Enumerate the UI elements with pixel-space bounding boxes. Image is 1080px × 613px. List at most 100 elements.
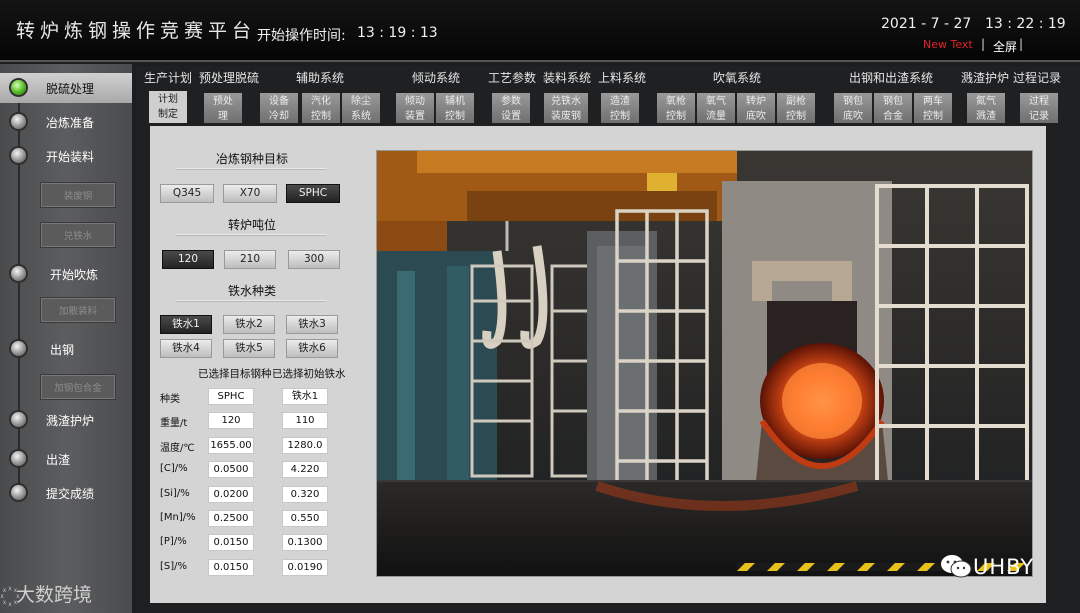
tab-equipment-cooling[interactable]: 设备 冷却 — [260, 93, 298, 123]
tab-label: 过程 — [1029, 96, 1049, 107]
target-value-field: 0.0150 — [208, 558, 254, 576]
composition-row-label: [S]/% — [160, 560, 188, 572]
tab-charging[interactable]: 兑铁水 装废钢 — [544, 93, 588, 123]
tab-label: 氮气 — [976, 96, 996, 107]
step-label: 出渣 — [46, 453, 71, 467]
tab-car-control[interactable]: 两车 控制 — [914, 93, 952, 123]
substep-ladle-alloy[interactable]: 加钢包合金 — [40, 374, 116, 400]
tab-label: 副枪 — [786, 96, 806, 107]
tab-ladle-alloy[interactable]: 钢包 合金 — [874, 93, 912, 123]
steel-option-q345[interactable]: Q345 — [160, 184, 214, 203]
steel-option-x70[interactable]: X70 — [223, 184, 277, 203]
target-column-header: 已选择目标钢种 — [198, 368, 272, 380]
target-value-field: 120 — [208, 412, 254, 430]
composition-row-label: [Mn]/% — [160, 512, 196, 523]
tab-label: 汽化 — [311, 96, 331, 107]
iron-value-field: 0.320 — [282, 485, 328, 503]
tab-parameter-settings[interactable]: 参数 设置 — [492, 93, 530, 123]
substep-scrap[interactable]: 装废钢 — [40, 182, 116, 208]
tab-label: 溅渣 — [976, 111, 996, 122]
step-deslagging[interactable]: 出渣 — [0, 444, 132, 474]
step-status-dot-icon — [11, 485, 26, 500]
fullscreen-button[interactable]: 全屏 — [993, 38, 1017, 55]
iron-option-3[interactable]: 铁水3 — [286, 315, 338, 334]
tab-slag-control[interactable]: 造渣 控制 — [601, 93, 639, 123]
tonnage-option-210[interactable]: 210 — [224, 250, 276, 269]
group-label: 过程记录 — [1013, 71, 1062, 85]
iron-column-header: 已选择初始铁水 — [272, 368, 346, 380]
tab-tilting-device[interactable]: 倾动 装置 — [396, 93, 434, 123]
step-label: 出钢 — [50, 343, 75, 357]
iron-value-field: 0.1300 — [282, 534, 328, 552]
iron-option-4[interactable]: 铁水4 — [160, 339, 212, 358]
substep-label: 兑铁水 — [63, 231, 93, 242]
tonnage-option-300[interactable]: 300 — [288, 250, 340, 269]
steel-option-sphc[interactable]: SPHC — [286, 184, 340, 203]
tab-label: 转炉 — [746, 96, 766, 107]
tab-dust-removal[interactable]: 除尘 系统 — [342, 93, 380, 123]
hot-metal-title: 铁水种类 — [228, 284, 277, 298]
step-status-dot-icon — [11, 341, 26, 356]
group-label: 预处理脱硫 — [199, 71, 260, 85]
tab-label: 控制 — [610, 111, 630, 122]
divider — [176, 168, 326, 169]
group-label: 吹氧系统 — [713, 71, 762, 85]
step-label: 提交成绩 — [46, 487, 95, 501]
step-tapping[interactable]: 出钢 — [0, 334, 132, 364]
current-clock: 13 : 22 : 19 — [985, 16, 1066, 32]
target-value-field: 0.0150 — [208, 534, 254, 552]
group-label: 倾动系统 — [412, 71, 461, 85]
tab-ladle-bottom-blow[interactable]: 钢包 底吹 — [834, 93, 872, 123]
tab-pretreatment[interactable]: 预处理 — [204, 93, 242, 123]
step-status-dot-icon — [11, 266, 26, 281]
step-start-charging[interactable]: 开始装料 — [0, 141, 132, 171]
tab-label: 系统 — [351, 111, 371, 122]
step-status-dot-icon — [11, 148, 26, 163]
composition-row-label: 温度/℃ — [160, 442, 195, 454]
tab-label: 两车 — [923, 96, 943, 107]
converter-3d-scene — [376, 150, 1033, 577]
tonnage-option-120[interactable]: 120 — [162, 250, 214, 269]
step-submit-score[interactable]: 提交成绩 — [0, 478, 132, 508]
substep-bulk-material[interactable]: 加散装料 — [40, 297, 116, 323]
watermark-right-text: UHBY — [973, 555, 1035, 579]
step-status-dot-icon — [11, 451, 26, 466]
new-text-link[interactable]: New Text — [923, 38, 973, 51]
step-start-blowing[interactable]: 开始吹炼 — [0, 259, 132, 289]
iron-value-field: 0.0190 — [282, 558, 328, 576]
substep-hot-metal[interactable]: 兑铁水 — [40, 222, 116, 248]
tab-process-record[interactable]: 过程 记录 — [1020, 93, 1058, 123]
tab-label: 氧枪 — [666, 96, 686, 107]
tab-plan[interactable]: 计划 制定 — [149, 91, 187, 123]
tab-oxygen-flow[interactable]: 氧气 流量 — [697, 93, 735, 123]
step-desulfurization[interactable]: 脱硫处理 — [0, 73, 132, 103]
step-status-dot-icon — [11, 80, 26, 95]
iron-value-field: 铁水1 — [282, 388, 328, 405]
steel-grade-title: 冶炼钢种目标 — [216, 152, 289, 166]
composition-row-label: [Si]/% — [160, 487, 190, 499]
tab-label: 兑铁水 — [551, 96, 581, 107]
tab-label: 底吹 — [843, 111, 863, 122]
tab-sub-lance[interactable]: 副枪 控制 — [777, 93, 815, 123]
composition-row-label: [P]/% — [160, 536, 187, 548]
tab-label: 合金 — [883, 111, 903, 122]
substep-label: 加散装料 — [58, 306, 97, 317]
iron-option-2[interactable]: 铁水2 — [223, 315, 275, 334]
divider — [176, 300, 326, 301]
composition-row-label: 种类 — [160, 394, 180, 405]
tab-nitrogen-splash[interactable]: 氮气 溅渣 — [967, 93, 1005, 123]
tab-label: 倾动 — [405, 96, 425, 107]
tab-label: 钢包 — [883, 96, 903, 107]
step-prepare[interactable]: 冶炼准备 — [0, 107, 132, 137]
step-slag-splashing[interactable]: 溅渣护炉 — [0, 405, 132, 435]
tab-label: 制定 — [158, 109, 178, 120]
tab-vaporization[interactable]: 汽化 控制 — [302, 93, 340, 123]
iron-option-6[interactable]: 铁水6 — [286, 339, 338, 358]
iron-option-1[interactable]: 铁水1 — [160, 315, 212, 334]
tab-lance-control[interactable]: 氧枪 控制 — [657, 93, 695, 123]
tab-label: 除尘 — [351, 96, 371, 107]
tab-label: 计划 — [158, 94, 178, 105]
tab-converter-bottom-blow[interactable]: 转炉 底吹 — [737, 93, 775, 123]
iron-option-5[interactable]: 铁水5 — [223, 339, 275, 358]
tab-aux-control[interactable]: 辅机 控制 — [436, 93, 474, 123]
